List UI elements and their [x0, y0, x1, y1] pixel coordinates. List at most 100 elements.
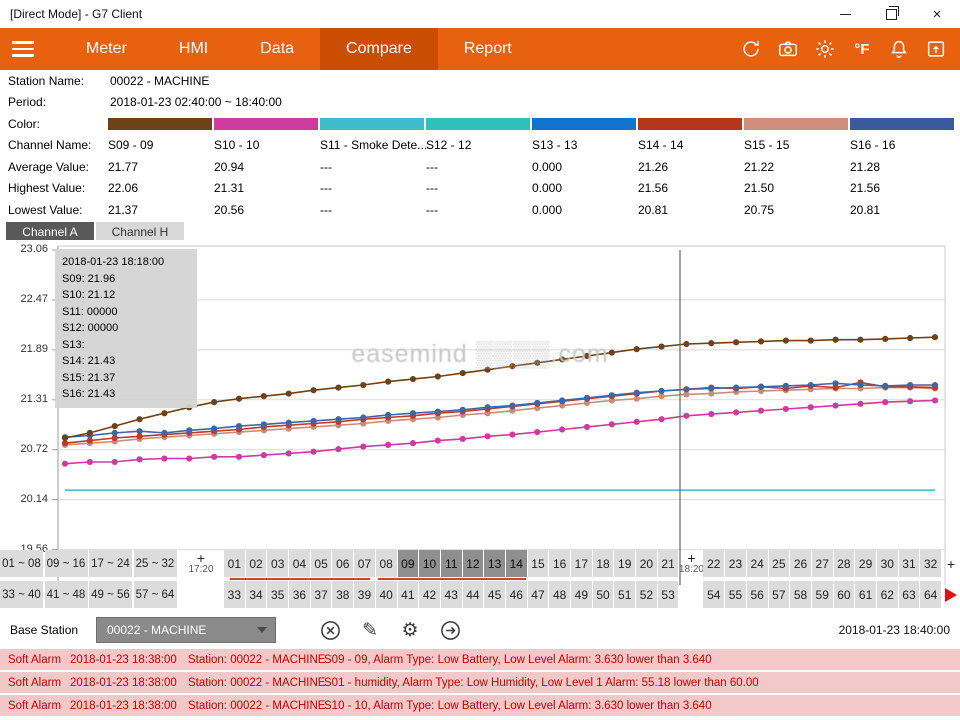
channel-page-cell-56[interactable]: 56 [747, 581, 768, 608]
alarm-row[interactable]: Soft Alarm2018-01-23 18:38:00Station: 00… [0, 649, 960, 670]
channel-page-cell-24[interactable]: 24 [747, 550, 768, 577]
channel-page-cell-34[interactable]: 34 [246, 581, 267, 608]
channel-page-cell-19[interactable]: 19 [614, 550, 635, 577]
channel-page-cell-20[interactable]: 20 [636, 550, 657, 577]
channel-page-cell-25[interactable]: 25 [769, 550, 790, 577]
channel-page-cell-26[interactable]: 26 [790, 550, 811, 577]
channel-page-cell-36[interactable]: 36 [289, 581, 310, 608]
channel-page-cell-54[interactable]: 54 [703, 581, 724, 608]
channel-page-cell-17[interactable]: 17 [571, 550, 592, 577]
channel-range-label[interactable]: 25 ~ 32 [134, 550, 177, 577]
channel-page-cell-10[interactable]: 10 [419, 550, 440, 577]
channel-page-cell-40[interactable]: 40 [376, 581, 397, 608]
zoom-plus-icon[interactable]: + [197, 552, 205, 564]
channel-page-cell-04[interactable]: 04 [289, 550, 310, 577]
channel-page-cell-45[interactable]: 45 [484, 581, 505, 608]
channel-page-cell-33[interactable]: 33 [224, 581, 245, 608]
channel-range-label[interactable]: 41 ~ 48 [45, 581, 88, 608]
channel-page-cell-32[interactable]: 32 [920, 550, 941, 577]
zoom-plus-icon[interactable]: + [687, 552, 695, 564]
channel-page-cell-52[interactable]: 52 [636, 581, 657, 608]
camera-icon[interactable] [776, 37, 800, 61]
maximize-button[interactable] [868, 0, 914, 28]
channel-range-label[interactable]: 57 ~ 64 [134, 581, 177, 608]
channel-page-cell-08[interactable]: 08 [376, 550, 397, 577]
channel-page-cell-59[interactable]: 59 [812, 581, 833, 608]
channel-page-cell-62[interactable]: 62 [877, 581, 898, 608]
channel-page-cell-43[interactable]: 43 [441, 581, 462, 608]
channel-page-cell-37[interactable]: 37 [311, 581, 332, 608]
minimize-button[interactable] [822, 0, 868, 28]
refresh-icon[interactable] [739, 37, 763, 61]
hamburger-menu-icon[interactable] [0, 28, 60, 70]
nav-item-data[interactable]: Data [234, 28, 320, 70]
channel-page-cell-61[interactable]: 61 [855, 581, 876, 608]
channel-page-cell-64[interactable]: 64 [920, 581, 941, 608]
channel-page-cell-51[interactable]: 51 [614, 581, 635, 608]
channel-page-cell-35[interactable]: 35 [267, 581, 288, 608]
channel-page-cell-01[interactable]: 01 [224, 550, 245, 577]
brightness-icon[interactable] [813, 37, 837, 61]
channel-page-cell-41[interactable]: 41 [398, 581, 419, 608]
channel-page-cell-44[interactable]: 44 [463, 581, 484, 608]
alarm-bell-icon[interactable] [887, 37, 911, 61]
channel-range-label[interactable]: 17 ~ 24 [89, 550, 132, 577]
channel-page-cell-13[interactable]: 13 [484, 550, 505, 577]
channel-page-cell-18[interactable]: 18 [593, 550, 614, 577]
channel-page-cell-53[interactable]: 53 [658, 581, 679, 608]
channel-page-cell-23[interactable]: 23 [725, 550, 746, 577]
tab-channel-h[interactable]: Channel H [96, 222, 184, 241]
channel-page-cell-57[interactable]: 57 [769, 581, 790, 608]
channel-page-cell-47[interactable]: 47 [528, 581, 549, 608]
zoom-plus-icon[interactable]: + [947, 558, 955, 570]
base-station-dropdown[interactable]: 00022 - MACHINE [96, 617, 276, 643]
channel-page-cell-09[interactable]: 09 [398, 550, 419, 577]
channel-range-label[interactable]: 49 ~ 56 [89, 581, 132, 608]
clear-icon[interactable] [318, 618, 342, 642]
channel-page-cell-15[interactable]: 15 [528, 550, 549, 577]
channel-page-cell-58[interactable]: 58 [790, 581, 811, 608]
channel-page-cell-05[interactable]: 05 [311, 550, 332, 577]
nav-item-meter[interactable]: Meter [60, 28, 153, 70]
settings-gear-icon[interactable]: ⚙ [398, 618, 422, 642]
channel-page-cell-50[interactable]: 50 [593, 581, 614, 608]
channel-page-cell-30[interactable]: 30 [877, 550, 898, 577]
channel-page-cell-02[interactable]: 02 [246, 550, 267, 577]
channel-page-cell-38[interactable]: 38 [332, 581, 353, 608]
next-page-arrow[interactable] [945, 588, 957, 602]
channel-page-cell-60[interactable]: 60 [834, 581, 855, 608]
nav-item-report[interactable]: Report [438, 28, 538, 70]
channel-page-cell-31[interactable]: 31 [899, 550, 920, 577]
nav-item-hmi[interactable]: HMI [153, 28, 234, 70]
channel-page-cell-49[interactable]: 49 [571, 581, 592, 608]
channel-page-cell-22[interactable]: 22 [703, 550, 724, 577]
channel-page-cell-11[interactable]: 11 [441, 550, 462, 577]
channel-range-label[interactable]: 09 ~ 16 [45, 550, 88, 577]
channel-page-cell-39[interactable]: 39 [354, 581, 375, 608]
channel-range-label[interactable]: 33 ~ 40 [0, 581, 43, 608]
channel-page-cell-27[interactable]: 27 [812, 550, 833, 577]
alarm-row[interactable]: Soft Alarm2018-01-23 18:38:00Station: 00… [0, 695, 960, 716]
alarm-row[interactable]: Soft Alarm2018-01-23 18:38:00Station: 00… [0, 672, 960, 693]
channel-page-cell-42[interactable]: 42 [419, 581, 440, 608]
channel-page-cell-63[interactable]: 63 [899, 581, 920, 608]
tab-channel-a[interactable]: Channel A [6, 222, 94, 241]
channel-page-cell-14[interactable]: 14 [506, 550, 527, 577]
channel-page-cell-28[interactable]: 28 [834, 550, 855, 577]
channel-page-cell-16[interactable]: 16 [549, 550, 570, 577]
channel-page-cell-46[interactable]: 46 [506, 581, 527, 608]
channel-page-cell-29[interactable]: 29 [855, 550, 876, 577]
channel-page-cell-03[interactable]: 03 [267, 550, 288, 577]
close-button[interactable]: × [914, 0, 960, 28]
channel-page-cell-55[interactable]: 55 [725, 581, 746, 608]
channel-page-cell-48[interactable]: 48 [549, 581, 570, 608]
channel-page-cell-21[interactable]: 21 [658, 550, 679, 577]
edit-pencil-icon[interactable]: ✎ [358, 618, 382, 642]
go-arrow-icon[interactable] [438, 618, 462, 642]
fahrenheit-icon[interactable]: °F [850, 37, 874, 61]
nav-item-compare[interactable]: Compare [320, 28, 438, 70]
channel-range-label[interactable]: 01 ~ 08 [0, 550, 43, 577]
export-image-icon[interactable] [924, 37, 948, 61]
channel-page-cell-07[interactable]: 07 [354, 550, 375, 577]
channel-page-cell-06[interactable]: 06 [332, 550, 353, 577]
